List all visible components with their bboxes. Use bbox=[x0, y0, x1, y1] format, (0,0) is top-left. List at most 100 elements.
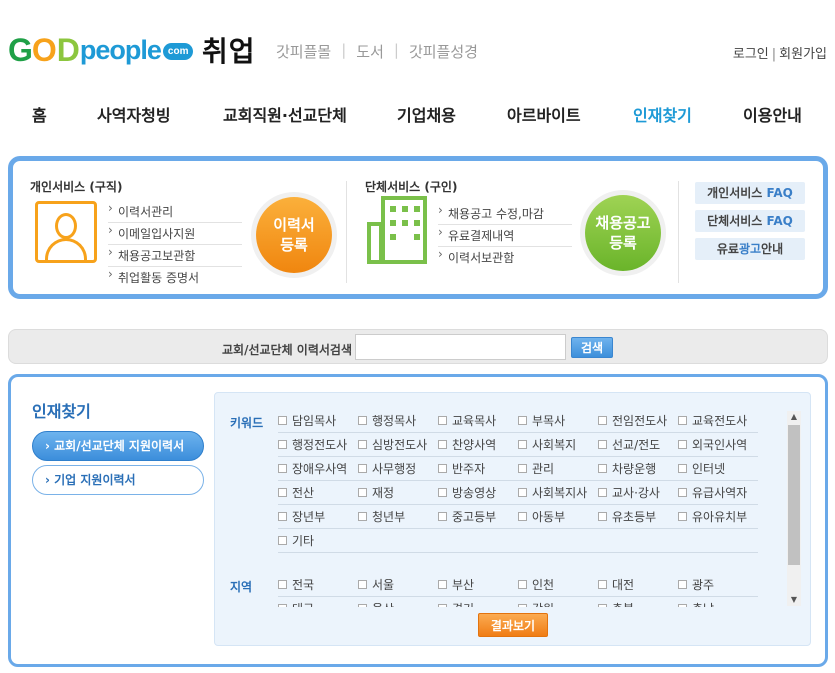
region-checkbox[interactable]: 전국 bbox=[278, 576, 314, 593]
link-job-bookmarks[interactable]: 채용공고보관함 bbox=[108, 241, 242, 267]
region-checkbox[interactable]: 서울 bbox=[358, 576, 394, 593]
login-link[interactable]: 로그인 bbox=[733, 47, 769, 62]
checkbox-icon[interactable] bbox=[358, 580, 367, 589]
view-results-button[interactable]: 결과보기 bbox=[478, 613, 548, 637]
filter-scroll-area[interactable]: 키워드 담임목사 행정목사 교육목사 부목사 전임전도사 교육전도사 행정전도사 심방전도사 찬… bbox=[215, 393, 812, 607]
scroll-thumb[interactable] bbox=[788, 425, 800, 565]
checkbox-icon[interactable] bbox=[518, 464, 527, 473]
region-checkbox[interactable]: 충남 bbox=[678, 600, 714, 607]
checkbox-icon[interactable] bbox=[438, 416, 447, 425]
signup-link[interactable]: 회원가입 bbox=[779, 47, 827, 62]
link-resume-manage[interactable]: 이력서관리 bbox=[108, 197, 242, 223]
keyword-checkbox[interactable]: 담임목사 bbox=[278, 412, 336, 429]
checkbox-icon[interactable] bbox=[358, 604, 367, 607]
checkbox-icon[interactable] bbox=[438, 488, 447, 497]
keyword-checkbox[interactable]: 유아유치부 bbox=[678, 508, 747, 525]
checkbox-icon[interactable] bbox=[678, 580, 687, 589]
region-checkbox[interactable]: 부산 bbox=[438, 576, 474, 593]
link-godpeople-mall[interactable]: 갓피플몰 bbox=[276, 41, 331, 62]
link-email-apply[interactable]: 이메일입사지원 bbox=[108, 219, 242, 245]
checkbox-icon[interactable] bbox=[278, 464, 287, 473]
checkbox-icon[interactable] bbox=[278, 488, 287, 497]
region-checkbox[interactable]: 대구 bbox=[278, 600, 314, 607]
checkbox-icon[interactable] bbox=[518, 512, 527, 521]
link-edit-close-posting[interactable]: 채용공고 수정,마감 bbox=[438, 199, 572, 225]
keyword-checkbox[interactable]: 장애우사역 bbox=[278, 460, 347, 477]
keyword-checkbox[interactable]: 반주자 bbox=[438, 460, 485, 477]
keyword-checkbox[interactable]: 관리 bbox=[518, 460, 554, 477]
checkbox-icon[interactable] bbox=[438, 604, 447, 607]
checkbox-icon[interactable] bbox=[678, 604, 687, 607]
register-resume-button[interactable]: 이력서 등록 bbox=[256, 197, 332, 273]
checkbox-icon[interactable] bbox=[598, 416, 607, 425]
search-button[interactable]: 검색 bbox=[571, 337, 613, 358]
checkbox-icon[interactable] bbox=[678, 488, 687, 497]
filter-scrollbar[interactable]: ▲ ▼ bbox=[787, 411, 801, 606]
keyword-checkbox[interactable]: 인터넷 bbox=[678, 460, 725, 477]
checkbox-icon[interactable] bbox=[598, 488, 607, 497]
region-checkbox[interactable]: 대전 bbox=[598, 576, 634, 593]
keyword-checkbox[interactable]: 유초등부 bbox=[598, 508, 656, 525]
site-title[interactable]: 취업 bbox=[202, 30, 256, 70]
region-checkbox[interactable]: 광주 bbox=[678, 576, 714, 593]
nav-church-staff[interactable]: 교회직원·선교단체 bbox=[223, 102, 347, 126]
keyword-checkbox[interactable]: 교육목사 bbox=[438, 412, 496, 429]
checkbox-icon[interactable] bbox=[278, 440, 287, 449]
region-checkbox[interactable]: 강원 bbox=[518, 600, 554, 607]
search-input[interactable] bbox=[355, 334, 566, 360]
checkbox-icon[interactable] bbox=[358, 488, 367, 497]
checkbox-icon[interactable] bbox=[598, 464, 607, 473]
keyword-checkbox[interactable]: 행정목사 bbox=[358, 412, 416, 429]
keyword-checkbox[interactable]: 기타 bbox=[278, 532, 314, 549]
checkbox-icon[interactable] bbox=[358, 512, 367, 521]
keyword-checkbox[interactable]: 심방전도사 bbox=[358, 436, 427, 453]
keyword-checkbox[interactable]: 방송영상 bbox=[438, 484, 496, 501]
scroll-down-icon[interactable]: ▼ bbox=[787, 594, 801, 606]
keyword-checkbox[interactable]: 중고등부 bbox=[438, 508, 496, 525]
checkbox-icon[interactable] bbox=[438, 440, 447, 449]
checkbox-icon[interactable] bbox=[518, 416, 527, 425]
nav-home[interactable]: 홈 bbox=[32, 102, 47, 126]
nav-part-time[interactable]: 아르바이트 bbox=[507, 102, 581, 126]
keyword-checkbox[interactable]: 청년부 bbox=[358, 508, 405, 525]
checkbox-icon[interactable] bbox=[438, 580, 447, 589]
checkbox-icon[interactable] bbox=[518, 488, 527, 497]
register-job-posting-button[interactable]: 채용공고 등록 bbox=[585, 195, 661, 271]
checkbox-icon[interactable] bbox=[678, 464, 687, 473]
region-checkbox[interactable]: 인천 bbox=[518, 576, 554, 593]
keyword-checkbox[interactable]: 외국인사역 bbox=[678, 436, 747, 453]
nav-pastor-recruit[interactable]: 사역자청빙 bbox=[97, 102, 171, 126]
checkbox-icon[interactable] bbox=[598, 440, 607, 449]
checkbox-icon[interactable] bbox=[678, 416, 687, 425]
checkbox-icon[interactable] bbox=[358, 440, 367, 449]
checkbox-icon[interactable] bbox=[678, 512, 687, 521]
link-godpeople-bible[interactable]: 갓피플성경 bbox=[409, 41, 478, 62]
tab-company-resumes[interactable]: › 기업 지원이력서 bbox=[32, 465, 204, 495]
checkbox-icon[interactable] bbox=[358, 416, 367, 425]
link-payment-history[interactable]: 유료결제내역 bbox=[438, 221, 572, 247]
keyword-checkbox[interactable]: 전임전도사 bbox=[598, 412, 667, 429]
checkbox-icon[interactable] bbox=[438, 512, 447, 521]
ad-info-button[interactable]: 유료광고안내 bbox=[695, 238, 805, 260]
checkbox-icon[interactable] bbox=[598, 580, 607, 589]
keyword-checkbox[interactable]: 교사·강사 bbox=[598, 484, 660, 501]
keyword-checkbox[interactable]: 유급사역자 bbox=[678, 484, 747, 501]
keyword-checkbox[interactable]: 장년부 bbox=[278, 508, 325, 525]
checkbox-icon[interactable] bbox=[518, 440, 527, 449]
checkbox-icon[interactable] bbox=[358, 464, 367, 473]
region-checkbox[interactable]: 경기 bbox=[438, 600, 474, 607]
checkbox-icon[interactable] bbox=[278, 416, 287, 425]
checkbox-icon[interactable] bbox=[278, 536, 287, 545]
checkbox-icon[interactable] bbox=[438, 464, 447, 473]
scroll-up-icon[interactable]: ▲ bbox=[787, 411, 801, 423]
checkbox-icon[interactable] bbox=[278, 604, 287, 607]
keyword-checkbox[interactable]: 선교/전도 bbox=[598, 436, 660, 453]
checkbox-icon[interactable] bbox=[598, 604, 607, 607]
personal-faq-button[interactable]: 개인서비스 FAQ bbox=[695, 182, 805, 204]
godpeople-logo[interactable]: G O Dpeople com bbox=[8, 31, 194, 69]
tab-church-resumes[interactable]: › 교회/선교단체 지원이력서 bbox=[32, 431, 204, 461]
company-faq-button[interactable]: 단체서비스 FAQ bbox=[695, 210, 805, 232]
keyword-checkbox[interactable]: 아동부 bbox=[518, 508, 565, 525]
checkbox-icon[interactable] bbox=[598, 512, 607, 521]
region-checkbox[interactable]: 울산 bbox=[358, 600, 394, 607]
